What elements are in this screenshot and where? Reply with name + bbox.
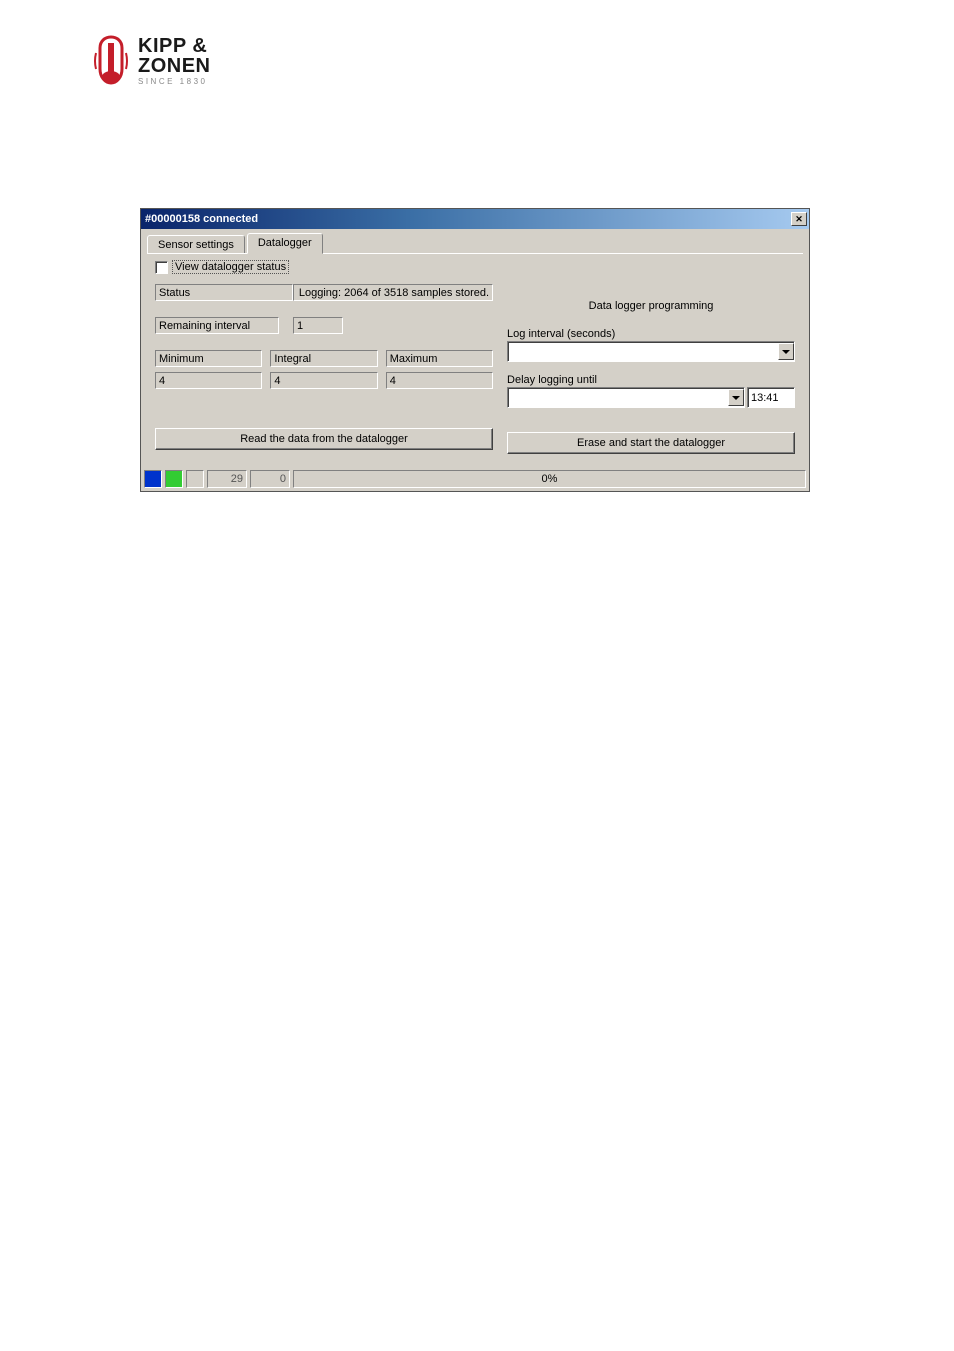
- status-number-2: 0: [250, 470, 290, 488]
- view-status-label: View datalogger status: [172, 260, 289, 274]
- status-bar: 29 0 0%: [141, 468, 809, 491]
- close-button[interactable]: [791, 212, 807, 226]
- delay-date-combo[interactable]: [507, 387, 745, 408]
- remaining-interval-value: 1: [293, 317, 343, 334]
- read-data-button[interactable]: Read the data from the datalogger: [155, 428, 493, 450]
- logo-mark-icon: [90, 35, 132, 87]
- minimum-label: Minimum: [155, 350, 262, 367]
- status-number-1: 29: [207, 470, 247, 488]
- logo-text-line1: KIPP &: [138, 36, 211, 56]
- status-indicator-1: [144, 470, 162, 488]
- delay-time-input[interactable]: [747, 387, 795, 408]
- view-status-row: View datalogger status: [155, 260, 493, 274]
- dialog-window: #00000158 connected Sensor settings Data…: [140, 208, 810, 492]
- minimum-value: 4: [155, 372, 262, 389]
- maximum-label: Maximum: [386, 350, 493, 367]
- log-interval-combo[interactable]: [507, 341, 795, 362]
- tab-datalogger[interactable]: Datalogger: [247, 233, 323, 254]
- logo-text-line2: ZONEN: [138, 56, 211, 76]
- title-bar: #00000158 connected: [141, 209, 809, 229]
- chevron-down-icon[interactable]: [778, 343, 794, 360]
- integral-label: Integral: [270, 350, 377, 367]
- tabs: Sensor settings Datalogger: [141, 229, 809, 253]
- programming-heading: Data logger programming: [507, 300, 795, 312]
- status-label: Status: [155, 284, 293, 301]
- maximum-value: 4: [386, 372, 493, 389]
- log-interval-label: Log interval (seconds): [507, 328, 795, 340]
- tab-sensor-settings[interactable]: Sensor settings: [147, 235, 245, 253]
- progress-bar: 0%: [293, 470, 806, 488]
- erase-start-button[interactable]: Erase and start the datalogger: [507, 432, 795, 454]
- status-indicator-2: [165, 470, 183, 488]
- chevron-down-icon[interactable]: [728, 389, 744, 406]
- integral-value: 4: [270, 372, 377, 389]
- tab-content: View datalogger status Status Logging: 2…: [147, 253, 803, 462]
- progress-text: 0%: [542, 473, 558, 485]
- delay-logging-label: Delay logging until: [507, 374, 795, 386]
- logo-tagline: SINCE 1830: [138, 78, 211, 86]
- view-status-checkbox[interactable]: [155, 261, 168, 274]
- window-title: #00000158 connected: [145, 213, 258, 225]
- brand-logo: KIPP & ZONEN SINCE 1830: [90, 35, 211, 87]
- left-panel: View datalogger status Status Logging: 2…: [155, 260, 493, 454]
- remaining-interval-label: Remaining interval: [155, 317, 279, 334]
- status-indicator-3: [186, 470, 204, 488]
- status-value: Logging: 2064 of 3518 samples stored.: [293, 284, 493, 301]
- right-panel: Data logger programming Log interval (se…: [507, 260, 795, 454]
